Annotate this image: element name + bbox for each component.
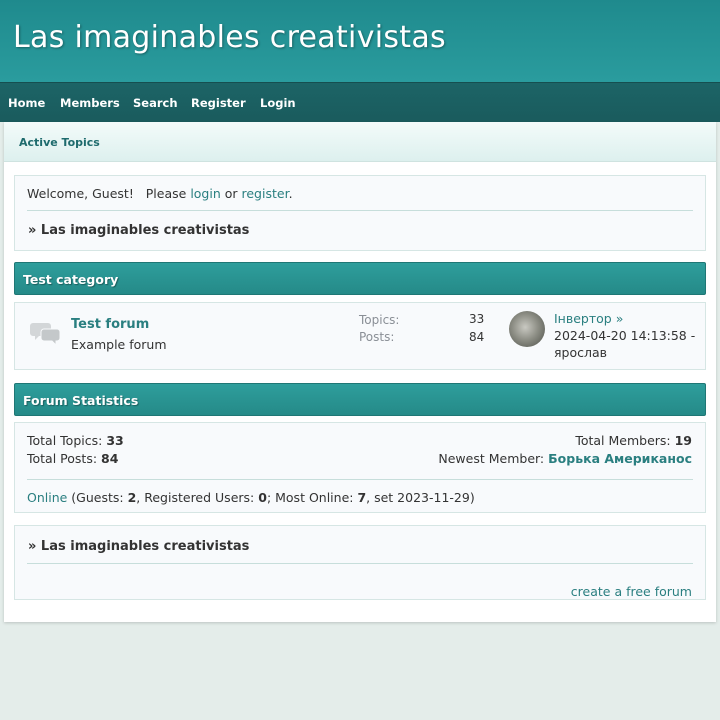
register-link[interactable]: register (242, 186, 289, 201)
footer-panel: » Las imaginables creativistas create a … (14, 525, 706, 600)
statistics-header: Forum Statistics (14, 383, 706, 416)
total-posts-label: Total Posts: (27, 451, 102, 466)
posts-count: 84 (469, 330, 485, 344)
welcome-or: or (220, 186, 242, 201)
most-online-count: 7 (357, 490, 367, 505)
category-title[interactable]: Test category (23, 272, 118, 287)
forum-description: Example forum (71, 337, 167, 352)
newest-member-link[interactable]: Борька Американос (548, 451, 692, 466)
topics-label: Topics: (359, 313, 400, 327)
sub-navbar: Active Topics (4, 122, 716, 162)
create-free-forum-link[interactable]: create a free forum (571, 584, 692, 599)
site-title[interactable]: Las imaginables creativistas (13, 20, 446, 55)
avatar[interactable] (509, 311, 545, 347)
total-members: Total Members: 19 (575, 433, 692, 448)
newest-member: Newest Member: Борька Американос (438, 451, 692, 466)
welcome-prefix: Welcome, Guest! Please (27, 186, 191, 201)
last-post-author: ярослав (554, 345, 607, 360)
registered-count: 0 (258, 490, 267, 505)
login-link[interactable]: login (190, 186, 220, 201)
nav-register[interactable]: Register (191, 96, 246, 110)
nav-search[interactable]: Search (133, 96, 178, 110)
forum-row: Test forum Example forum Topics: 33 Post… (14, 302, 706, 370)
guests-count: 2 (127, 490, 137, 505)
total-topics-value: 33 (106, 433, 124, 448)
divider (27, 479, 693, 480)
posts-label: Posts: (359, 330, 395, 344)
total-posts-value: 84 (101, 451, 119, 466)
topics-count: 33 (469, 312, 485, 326)
category-header: Test category (14, 262, 706, 295)
nav-login[interactable]: Login (260, 96, 296, 110)
last-post-date: 2024-04-20 14:13:58 - (554, 328, 696, 343)
welcome-panel: Welcome, Guest! Please login or register… (14, 175, 706, 251)
divider (27, 210, 693, 211)
registered-label: , Registered Users: (136, 490, 259, 505)
main-navbar: Home Members Search Register Login (0, 82, 720, 122)
newest-member-label: Newest Member: (438, 451, 549, 466)
breadcrumb[interactable]: » Las imaginables creativistas (28, 223, 249, 238)
divider (27, 563, 693, 564)
total-topics: Total Topics: 33 (27, 433, 124, 448)
main-container: Active Topics Welcome, Guest! Please log… (4, 122, 716, 622)
last-post-link[interactable]: Інвертор » (554, 311, 623, 326)
statistics-title: Forum Statistics (23, 393, 139, 408)
total-members-value: 19 (674, 433, 692, 448)
online-stats: Online (Guests: 2, Registered Users: 0; … (27, 490, 475, 505)
most-online-label: ; Most Online: (266, 490, 358, 505)
forum-chat-icon (30, 320, 62, 349)
guests-label: (Guests: (67, 490, 128, 505)
footer-breadcrumb[interactable]: » Las imaginables creativistas (28, 539, 249, 554)
welcome-suffix: . (288, 186, 293, 201)
nav-home[interactable]: Home (8, 96, 45, 110)
online-link[interactable]: Online (27, 490, 67, 505)
most-online-date: , set 2023-11-29) (366, 490, 475, 505)
welcome-message: Welcome, Guest! Please login or register… (27, 186, 293, 201)
active-topics-link[interactable]: Active Topics (19, 136, 100, 149)
total-posts: Total Posts: 84 (27, 451, 118, 466)
forum-link[interactable]: Test forum (71, 317, 149, 332)
total-topics-label: Total Topics: (27, 433, 107, 448)
total-members-label: Total Members: (575, 433, 675, 448)
nav-members[interactable]: Members (60, 96, 120, 110)
site-header: Las imaginables creativistas (0, 0, 720, 82)
statistics-panel: Total Topics: 33 Total Posts: 84 Total M… (14, 422, 706, 513)
